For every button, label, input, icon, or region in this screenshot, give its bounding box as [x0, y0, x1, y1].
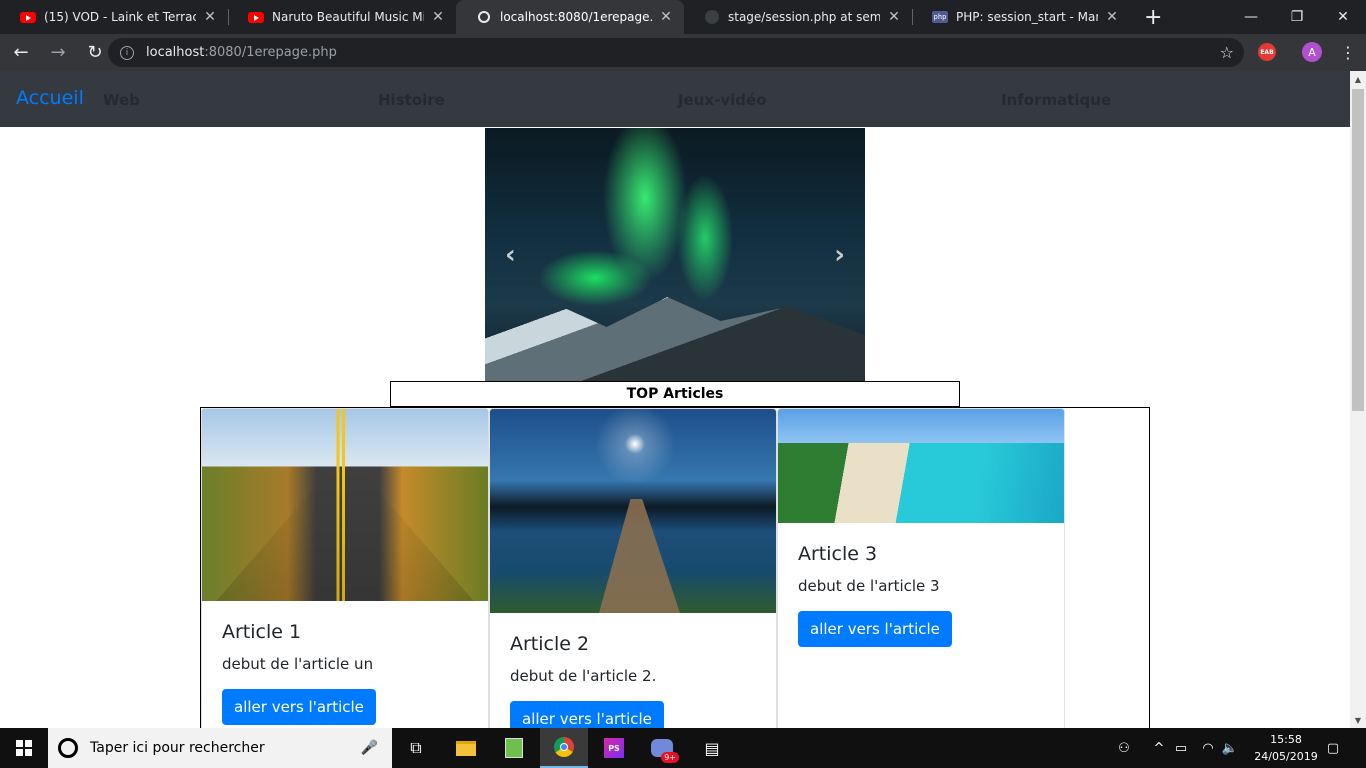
task-view-icon[interactable]: ⧉	[392, 728, 440, 768]
article-title: Article 3	[798, 543, 878, 565]
browser-tab[interactable]: stage/session.php at semaine2 ✕	[684, 0, 912, 34]
cortana-icon	[58, 738, 78, 758]
article-link-button[interactable]: aller vers l'article	[798, 611, 952, 647]
article-card-deck: Article 1 debut de l'article un aller ve…	[200, 407, 1150, 728]
section-title: TOP Articles	[390, 381, 960, 407]
info-icon[interactable]: i	[120, 45, 134, 60]
browser-tab-strip: (15) VOD - Laink et Terracid // ✕ Naruto…	[0, 0, 1366, 34]
browser-toolbar: ← → ↻ i localhost:8080/1erepage.php ☆ EA…	[0, 34, 1366, 71]
tab-title: localhost:8080/1erepage.php	[500, 10, 652, 24]
search-placeholder: Taper ici pour rechercher	[90, 740, 265, 756]
youtube-icon	[20, 9, 36, 25]
tab-close-icon[interactable]: ✕	[658, 9, 674, 25]
tab-close-icon[interactable]: ✕	[1104, 9, 1120, 25]
taskbar-search-box[interactable]: Taper ici pour rechercher 🎤	[48, 728, 392, 768]
extension-icon[interactable]: EAB	[1258, 43, 1276, 61]
app-icon[interactable]: ▤	[688, 728, 736, 768]
tab-title: stage/session.php at semaine2	[728, 10, 880, 24]
article-excerpt: debut de l'article 3	[798, 577, 940, 595]
notepad-icon[interactable]	[490, 728, 538, 768]
article-card: Article 1 debut de l'article un aller ve…	[201, 408, 489, 728]
article-excerpt: debut de l'article un	[222, 655, 374, 673]
clock-date: 24/05/2019	[1254, 750, 1318, 763]
windows-taskbar: Taper ici pour rechercher 🎤 ⧉ PS 9+ ▤ ⚇ …	[0, 728, 1366, 768]
youtube-icon	[248, 9, 264, 25]
page-scrollbar[interactable]: ▲ ▼	[1350, 71, 1366, 728]
window-controls: — ❐ ✕	[1228, 0, 1366, 34]
carousel-image	[485, 297, 865, 381]
volume-icon[interactable]: 🔈	[1220, 728, 1240, 768]
reload-icon[interactable]: ↻	[79, 37, 111, 69]
discord-icon[interactable]: 9+	[638, 728, 686, 768]
profile-avatar[interactable]: A	[1302, 42, 1322, 62]
article-link-button[interactable]: aller vers l'article	[510, 701, 664, 728]
article-card: Article 2 debut de l'article 2. aller ve…	[489, 408, 777, 728]
url-path: :8080/1erepage.php	[204, 45, 337, 60]
people-icon[interactable]: ⚇	[1112, 728, 1136, 768]
image-carousel: ‹ ›	[485, 128, 865, 381]
article-title: Article 2	[510, 633, 590, 655]
system-clock[interactable]: 15:58 24/05/2019	[1248, 731, 1324, 765]
article-image	[490, 409, 776, 613]
browser-tab[interactable]: php PHP: session_start - Manual ✕	[912, 0, 1130, 34]
new-tab-icon[interactable]: +	[1144, 0, 1162, 34]
php-icon: php	[932, 11, 948, 23]
windows-logo-icon	[16, 740, 32, 756]
tab-title: Naruto Beautiful Music Mix - P	[272, 10, 424, 24]
forward-icon[interactable]: →	[42, 37, 74, 69]
tab-title: PHP: session_start - Manual	[956, 10, 1098, 24]
globe-icon	[476, 9, 492, 25]
notification-badge: 9+	[661, 752, 679, 763]
address-bar[interactable]: i localhost:8080/1erepage.php ☆	[108, 38, 1244, 67]
tab-close-icon[interactable]: ✕	[886, 9, 902, 25]
restore-icon[interactable]: ❐	[1274, 0, 1320, 34]
bookmark-star-icon[interactable]: ☆	[1220, 43, 1234, 62]
menu-kebab-icon[interactable]: ⋮	[1340, 43, 1356, 62]
tray-expand-icon[interactable]: ^	[1150, 728, 1168, 768]
page-viewport: Accueil Web Histoire Jeux-vidéo Informat…	[0, 71, 1350, 728]
tab-title: (15) VOD - Laink et Terracid //	[44, 10, 196, 24]
microphone-icon[interactable]: 🎤	[361, 740, 378, 756]
back-icon[interactable]: ←	[5, 37, 37, 69]
browser-tab-active[interactable]: localhost:8080/1erepage.php ✕	[456, 0, 684, 34]
tab-close-icon[interactable]: ✕	[202, 9, 218, 25]
github-icon	[704, 9, 720, 25]
browser-tab[interactable]: Naruto Beautiful Music Mix - P ✕	[228, 0, 456, 34]
scroll-down-icon[interactable]: ▼	[1350, 712, 1366, 728]
carousel-prev-icon[interactable]: ‹	[505, 240, 516, 270]
article-excerpt: debut de l'article 2.	[510, 667, 657, 685]
tab-close-icon[interactable]: ✕	[430, 9, 446, 25]
wifi-icon[interactable]: ◠	[1198, 728, 1218, 768]
carousel-next-icon[interactable]: ›	[834, 240, 845, 270]
article-title: Article 1	[222, 621, 302, 643]
nav-link-histoire[interactable]: Histoire	[378, 91, 445, 109]
file-explorer-icon[interactable]	[442, 728, 490, 768]
article-image	[778, 409, 1064, 523]
nav-link-jeux-video[interactable]: Jeux-vidéo	[678, 91, 766, 109]
scrollbar-thumb[interactable]	[1352, 89, 1364, 411]
article-link-button[interactable]: aller vers l'article	[222, 689, 376, 725]
article-image	[202, 409, 488, 601]
nav-link-web[interactable]: Web	[103, 91, 140, 109]
scroll-up-icon[interactable]: ▲	[1350, 71, 1366, 87]
article-card: Article 3 debut de l'article 3 aller ver…	[777, 408, 1065, 728]
battery-icon[interactable]: ▭	[1172, 728, 1190, 768]
close-window-icon[interactable]: ✕	[1320, 0, 1366, 34]
site-navbar: Accueil Web Histoire Jeux-vidéo Informat…	[0, 71, 1350, 127]
navbar-brand[interactable]: Accueil	[16, 87, 84, 109]
browser-tab[interactable]: (15) VOD - Laink et Terracid // ✕	[0, 0, 228, 34]
minimize-icon[interactable]: —	[1228, 0, 1274, 34]
action-center-icon[interactable]: ▢	[1320, 728, 1346, 768]
phpstorm-icon[interactable]: PS	[590, 728, 638, 768]
start-button[interactable]	[0, 728, 48, 768]
clock-time: 15:58	[1270, 733, 1302, 746]
nav-link-informatique[interactable]: Informatique	[1001, 91, 1111, 109]
url-host: localhost	[146, 45, 205, 60]
chrome-icon[interactable]	[540, 728, 588, 768]
